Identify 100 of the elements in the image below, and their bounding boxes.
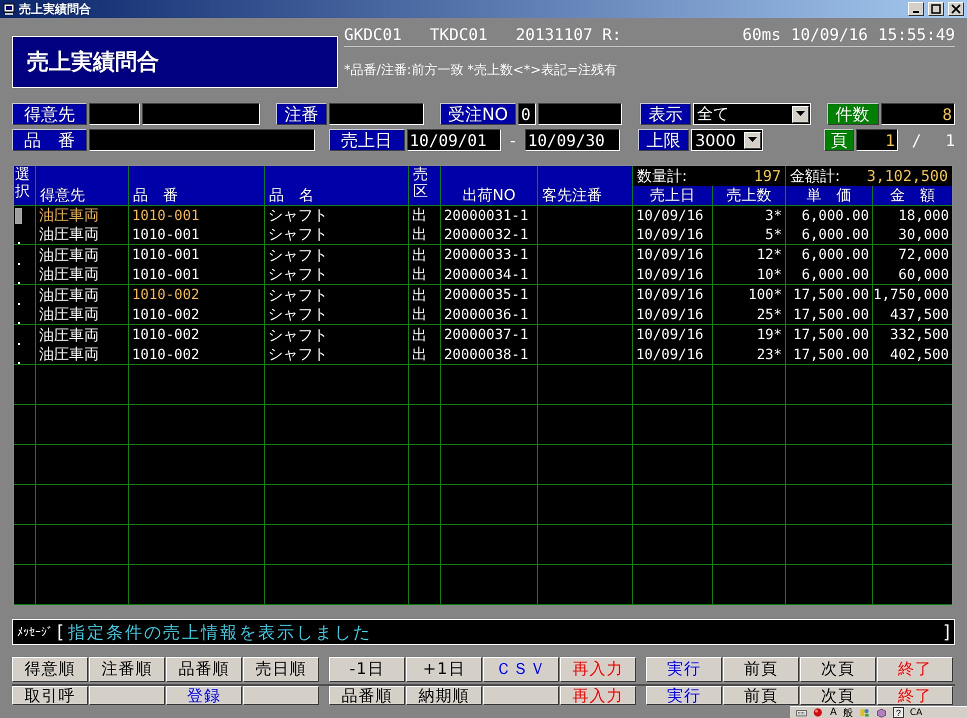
function-button[interactable]: 次頁	[800, 686, 876, 705]
display-dropdown[interactable]: 全て	[693, 103, 811, 125]
table-cell: 19*	[712, 325, 785, 345]
message-label: ﾒｯｾｰｼﾞ	[17, 625, 53, 639]
table-cell: シャフト	[264, 305, 408, 325]
limit-dropdown[interactable]: 3000	[691, 129, 763, 151]
minimize-button[interactable]	[908, 2, 924, 16]
caret-icon	[748, 137, 757, 143]
table-cell: 6,000.00	[785, 265, 872, 285]
field-label: 得意先	[12, 103, 88, 125]
function-button[interactable]: 登録	[166, 686, 242, 705]
maximize-button[interactable]	[928, 2, 944, 16]
table-cell: 油圧車両	[35, 305, 128, 325]
table-cell: 17,500.00	[785, 285, 872, 305]
table-cell: シャフト	[264, 245, 408, 265]
table-cell: 1010-001	[128, 245, 264, 265]
table-cell: 17,500.00	[785, 305, 872, 325]
blank-button[interactable]	[89, 686, 165, 705]
minimize-icon	[913, 11, 919, 13]
column-header: 品 名	[264, 166, 408, 205]
dropdown-button[interactable]	[792, 106, 809, 122]
table-cell: 1010-001	[128, 265, 264, 285]
input-field[interactable]: 10/09/30	[524, 129, 620, 151]
status-text: 20131107 R:	[516, 24, 622, 44]
table-cell: 出	[408, 245, 440, 265]
table-cell: 1010-002	[128, 285, 264, 305]
column-header: 選択	[14, 166, 35, 205]
box-icon[interactable]	[876, 707, 887, 718]
blank-button[interactable]	[483, 686, 559, 705]
status-text: 10/09/16	[790, 24, 868, 44]
blank-button[interactable]	[243, 686, 319, 705]
function-button[interactable]: 納期順	[406, 686, 482, 705]
ball-icon[interactable]	[813, 707, 824, 718]
table-cell: 油圧車両	[35, 225, 128, 245]
message-text: 指定条件の売上情報を表示しました	[68, 622, 374, 644]
input-field[interactable]	[142, 103, 260, 125]
input-field[interactable]: 0	[518, 103, 536, 125]
column-header: 客先注番	[537, 166, 632, 205]
table-cell: 20000031-1	[440, 205, 537, 225]
field-label: 表示	[640, 103, 692, 125]
help-button[interactable]: ?	[892, 707, 904, 718]
function-button[interactable]: 得意順	[12, 657, 88, 682]
function-button[interactable]: -1日	[329, 657, 405, 682]
function-button[interactable]: 実行	[646, 686, 722, 705]
status-text: TKDC01	[430, 24, 488, 44]
dropdown-button[interactable]	[744, 132, 761, 148]
caret-icon	[796, 111, 805, 117]
function-button[interactable]: 前頁	[723, 657, 799, 682]
keyboard-icon[interactable]	[796, 707, 807, 718]
column-header: 出荷NO	[440, 166, 537, 205]
input-field[interactable]	[89, 103, 140, 125]
table-cell: 10/09/16	[632, 225, 712, 245]
status-text: 15:55:49	[878, 24, 955, 44]
table-cell: 油圧車両	[35, 245, 128, 265]
status-text: 60ms	[742, 24, 781, 44]
table-cell: 12*	[712, 245, 785, 265]
table-cell: 出	[408, 305, 440, 325]
function-button[interactable]: +1日	[406, 657, 482, 682]
function-button[interactable]: 次頁	[800, 657, 876, 682]
table-cell: 出	[408, 225, 440, 245]
page-field[interactable]: 1	[856, 129, 898, 151]
field-label: 上限	[638, 129, 690, 151]
column-header: 売上数	[712, 186, 785, 205]
function-button[interactable]: 売日順	[243, 657, 319, 682]
row-selector[interactable]	[14, 205, 35, 225]
tools-icon[interactable]	[858, 707, 870, 718]
input-field[interactable]: 10/09/01	[406, 129, 502, 151]
field-label: 品 番	[12, 129, 87, 151]
maximize-icon	[931, 4, 941, 14]
function-button[interactable]: 注番順	[89, 657, 165, 682]
table-cell: 1010-002	[128, 305, 264, 325]
table-cell: シャフト	[264, 285, 408, 305]
function-button[interactable]: 前頁	[723, 686, 799, 705]
count-field[interactable]: 8	[880, 103, 955, 125]
table-cell: 25*	[712, 305, 785, 325]
input-mode[interactable]: A	[830, 707, 837, 718]
input-field[interactable]	[88, 129, 315, 151]
table-cell: 20000032-1	[440, 225, 537, 245]
function-button[interactable]: 品番順	[329, 686, 405, 705]
function-button[interactable]: 品番順	[166, 657, 242, 682]
table-cell: 6,000.00	[785, 245, 872, 265]
window-title: 売上実績問合	[19, 0, 92, 18]
input-field[interactable]	[538, 103, 622, 125]
field-label: 受注NO	[440, 103, 516, 125]
page-separator: /	[910, 130, 922, 150]
close-icon	[951, 4, 961, 14]
table-cell: 10/09/16	[632, 205, 712, 225]
screen-title: 売上実績問合	[12, 36, 338, 88]
column-header: 品 番	[128, 166, 264, 205]
field-label: 頁	[824, 129, 854, 151]
table-cell: 出	[408, 325, 440, 345]
input-field[interactable]	[329, 103, 424, 125]
table-cell: 1010-001	[128, 205, 264, 225]
table-cell: 10/09/16	[632, 305, 712, 325]
close-button[interactable]	[948, 2, 964, 16]
function-button[interactable]: 実行	[646, 657, 722, 682]
table-cell: 20000034-1	[440, 265, 537, 285]
dictionary-mode[interactable]: 般	[842, 706, 853, 718]
function-button[interactable]: ＣＳＶ	[483, 657, 559, 682]
function-button[interactable]: 取引呼	[12, 686, 88, 705]
